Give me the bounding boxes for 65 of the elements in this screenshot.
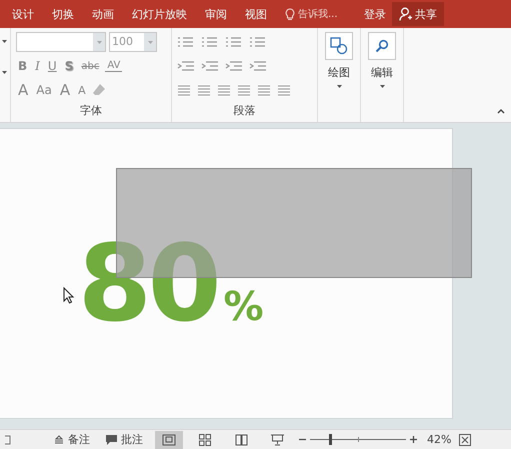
format-button[interactable]: abc <box>79 60 102 72</box>
align-icon <box>177 84 191 96</box>
ribbon-tab[interactable]: 动画 <box>92 6 114 22</box>
lightbulb-icon <box>285 8 295 20</box>
eraser-icon <box>92 83 106 97</box>
list-icon <box>225 36 243 48</box>
fit-to-window-icon[interactable] <box>459 434 472 446</box>
normal-view-icon <box>162 434 176 446</box>
zoom-level[interactable]: 42% <box>427 433 452 446</box>
indent-icon <box>177 60 195 72</box>
zoom-in-icon[interactable] <box>410 436 417 443</box>
ribbon-tab[interactable]: 设计 <box>12 6 34 22</box>
list-icon <box>249 36 267 48</box>
format-button[interactable]: AV <box>105 60 122 72</box>
notes-button[interactable]: 备注 <box>50 432 94 447</box>
ribbon-tab[interactable]: 视图 <box>245 6 267 22</box>
indent-icon <box>249 60 267 72</box>
caret-icon <box>2 71 7 74</box>
cursor-icon <box>63 287 75 304</box>
font-name-field[interactable] <box>16 32 106 52</box>
format-button[interactable]: U <box>46 59 59 73</box>
tell-me-field[interactable]: 告诉我... <box>285 8 354 20</box>
caret-icon <box>336 85 342 88</box>
ribbon-tab[interactable]: 幻灯片放映 <box>132 6 187 22</box>
caret-icon <box>96 40 102 44</box>
format-button[interactable]: A <box>76 84 88 96</box>
indent-icon <box>201 60 219 72</box>
collapse-icon[interactable] <box>497 109 505 114</box>
align-icon <box>197 84 211 96</box>
format-button[interactable]: A <box>16 81 30 99</box>
zoom-slider[interactable] <box>310 434 406 445</box>
caret-icon <box>380 85 384 88</box>
group-label: 段落 <box>234 104 256 117</box>
normal-view-button[interactable] <box>155 430 183 448</box>
share-button[interactable]: 共享 <box>392 2 444 26</box>
list-icon <box>177 36 195 48</box>
format-button[interactable]: A <box>58 81 72 99</box>
ribbon-tab[interactable]: 切换 <box>52 6 74 22</box>
group-label: 字体 <box>80 104 102 117</box>
comment-icon <box>106 434 117 444</box>
percent-sign: % <box>224 284 264 330</box>
format-button[interactable]: I <box>33 59 42 73</box>
person-icon <box>399 7 412 21</box>
format-button[interactable]: B <box>16 59 30 73</box>
align-icon <box>257 84 271 96</box>
format-button[interactable]: Aa <box>34 83 54 97</box>
slider-thumb[interactable] <box>329 434 332 445</box>
book-icon <box>234 434 248 446</box>
align-icon <box>217 84 231 96</box>
search-icon <box>375 39 389 53</box>
align-icon <box>277 84 291 96</box>
indent-icon <box>225 60 243 72</box>
projector-icon <box>270 434 284 446</box>
zoom-out-icon[interactable] <box>299 436 306 443</box>
ribbon-tab[interactable]: 审阅 <box>205 6 227 22</box>
caret-icon <box>2 40 7 43</box>
caret-icon <box>148 40 152 44</box>
format-button[interactable]: S <box>62 59 76 73</box>
sign-in-link[interactable]: 登录 <box>364 6 386 22</box>
comments-button[interactable]: 批注 <box>102 432 147 447</box>
list-icon <box>201 36 219 48</box>
grid-icon <box>199 434 211 446</box>
notes-icon <box>54 435 64 444</box>
shapes-icon <box>330 37 348 55</box>
align-icon <box>237 84 251 96</box>
